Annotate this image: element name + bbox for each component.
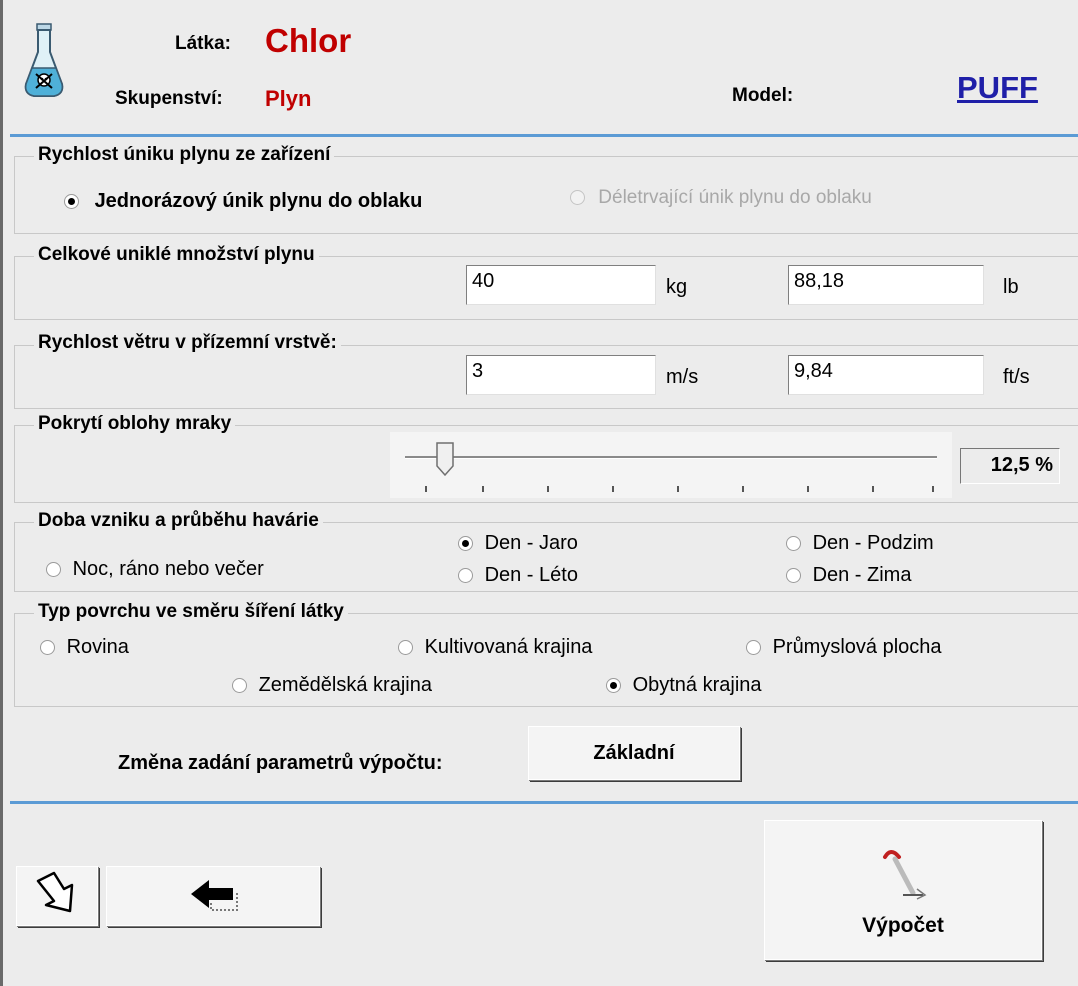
- state-label: Skupenství:: [115, 88, 223, 109]
- radio-residential[interactable]: Obytná krajina: [606, 674, 762, 697]
- substance-label: Látka:: [175, 33, 231, 54]
- radio-autumn[interactable]: Den - Podzim: [786, 532, 934, 555]
- radio-plain[interactable]: Rovina: [40, 636, 129, 659]
- radio-residential-indicator[interactable]: [606, 678, 621, 694]
- back-nav-button[interactable]: [106, 866, 320, 926]
- params-label: Změna zadání parametrů výpočtu:: [118, 752, 443, 774]
- radio-winter[interactable]: Den - Zima: [786, 564, 911, 587]
- amount-kg-unit: kg: [666, 276, 688, 298]
- compute-label: Výpočet: [862, 913, 944, 937]
- footer-divider: [10, 801, 1078, 804]
- model-value[interactable]: PUFF: [957, 70, 1038, 106]
- radio-winter-label: Den - Zima: [812, 564, 912, 586]
- header-divider: [10, 134, 1078, 137]
- window-edge: [0, 0, 3, 986]
- radio-night[interactable]: Noc, ráno nebo večer: [46, 558, 264, 581]
- radio-industrial[interactable]: Průmyslová plocha: [746, 636, 942, 659]
- radio-spring[interactable]: Den - Jaro: [458, 532, 578, 555]
- state-value: Plyn: [265, 86, 312, 111]
- radio-summer-label: Den - Léto: [484, 564, 578, 586]
- radio-winter-indicator[interactable]: [786, 568, 801, 584]
- release-rate-title: Rychlost úniku plynu ze zařízení: [34, 144, 335, 166]
- radio-night-indicator[interactable]: [46, 562, 61, 578]
- radio-summer-indicator[interactable]: [458, 568, 473, 584]
- slider-tick: [742, 486, 744, 492]
- surface-group: [14, 613, 1078, 707]
- radio-spring-indicator[interactable]: [458, 536, 473, 552]
- radio-continuous-label: Déletrvající únik plynu do oblaku: [598, 187, 872, 208]
- slider-tick: [612, 486, 614, 492]
- wind-ms-input[interactable]: 3: [466, 355, 656, 395]
- wind-ms-unit: m/s: [666, 366, 699, 388]
- radio-instant-release[interactable]: Jednorázový únik plynu do oblaku: [64, 190, 422, 213]
- radio-autumn-label: Den - Podzim: [812, 532, 934, 554]
- radio-agricultural-indicator[interactable]: [232, 678, 247, 694]
- radio-instant-indicator[interactable]: [64, 194, 79, 210]
- radio-cultivated-indicator[interactable]: [398, 640, 413, 656]
- radio-industrial-indicator[interactable]: [746, 640, 761, 656]
- surface-title: Typ povrchu ve směru šíření látky: [34, 601, 348, 623]
- substance-value: Chlor: [265, 22, 352, 59]
- radio-summer[interactable]: Den - Léto: [458, 564, 578, 587]
- amount-kg-input[interactable]: 40: [466, 265, 656, 305]
- radio-continuous-release: Déletrvající únik plynu do oblaku: [570, 187, 872, 209]
- cloud-cover-title: Pokrytí oblohy mraky: [34, 413, 236, 435]
- slider-tick: [932, 486, 934, 492]
- wind-fts-input[interactable]: 9,84: [788, 355, 984, 395]
- slider-tick: [425, 486, 427, 492]
- radio-cultivated[interactable]: Kultivovaná krajina: [398, 636, 592, 659]
- compute-button[interactable]: Výpočet: [764, 820, 1042, 960]
- slider-thumb[interactable]: [436, 442, 454, 477]
- radio-continuous-indicator: [570, 190, 585, 206]
- amount-lb-input[interactable]: 88,18: [788, 265, 984, 305]
- time-title: Doba vzniku a průběhu havárie: [34, 510, 323, 532]
- cloud-cover-slider[interactable]: [390, 432, 952, 498]
- forward-nav-button[interactable]: [16, 866, 98, 926]
- radio-agricultural[interactable]: Zemědělská krajina: [232, 674, 432, 697]
- slider-track: [405, 456, 937, 459]
- radio-instant-label: Jednorázový únik plynu do oblaku: [94, 190, 423, 212]
- arrow-left-icon: [183, 874, 243, 919]
- calculation-icon: [873, 843, 933, 910]
- slider-tick: [872, 486, 874, 492]
- slider-tick: [677, 486, 679, 492]
- radio-plain-indicator[interactable]: [40, 640, 55, 656]
- radio-autumn-indicator[interactable]: [786, 536, 801, 552]
- amount-lb-unit: lb: [1003, 276, 1019, 298]
- radio-industrial-label: Průmyslová plocha: [772, 636, 942, 658]
- arrow-down-right-icon: [32, 871, 82, 922]
- flask-icon: [22, 22, 66, 100]
- radio-residential-label: Obytná krajina: [632, 674, 762, 696]
- basic-params-button[interactable]: Základní: [528, 726, 740, 780]
- wind-title: Rychlost větru v přízemní vrstvě:: [34, 332, 341, 354]
- slider-tick: [807, 486, 809, 492]
- cloud-cover-value: 12,5 %: [960, 448, 1060, 484]
- radio-spring-label: Den - Jaro: [484, 532, 578, 554]
- slider-tick: [482, 486, 484, 492]
- radio-plain-label: Rovina: [66, 636, 129, 658]
- model-label: Model:: [732, 85, 794, 106]
- radio-cultivated-label: Kultivovaná krajina: [424, 636, 593, 658]
- wind-fts-unit: ft/s: [1003, 366, 1030, 388]
- amount-title: Celkové uniklé množství plynu: [34, 244, 319, 266]
- slider-tick: [547, 486, 549, 492]
- radio-agricultural-label: Zemědělská krajina: [258, 674, 432, 696]
- radio-night-label: Noc, ráno nebo večer: [72, 558, 264, 580]
